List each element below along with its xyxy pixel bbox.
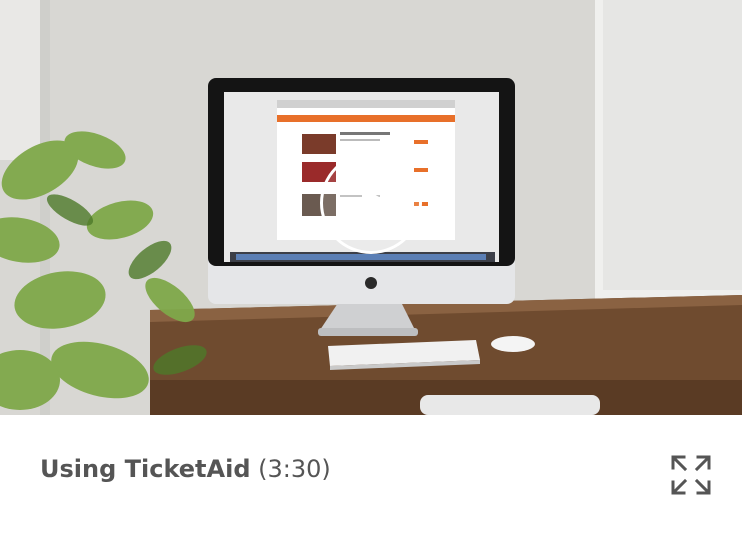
expand-fullscreen-icon [671, 455, 711, 495]
video-duration: (3:30) [258, 455, 331, 483]
video-card: Using TicketAid (3:30) [0, 0, 742, 536]
video-caption: Using TicketAid (3:30) [40, 455, 331, 483]
apple-logo-icon [365, 277, 377, 289]
expand-button[interactable] [668, 452, 714, 498]
video-title: Using TicketAid [40, 455, 251, 483]
play-icon [362, 187, 391, 221]
video-player[interactable] [0, 0, 742, 415]
play-button[interactable] [320, 152, 422, 254]
